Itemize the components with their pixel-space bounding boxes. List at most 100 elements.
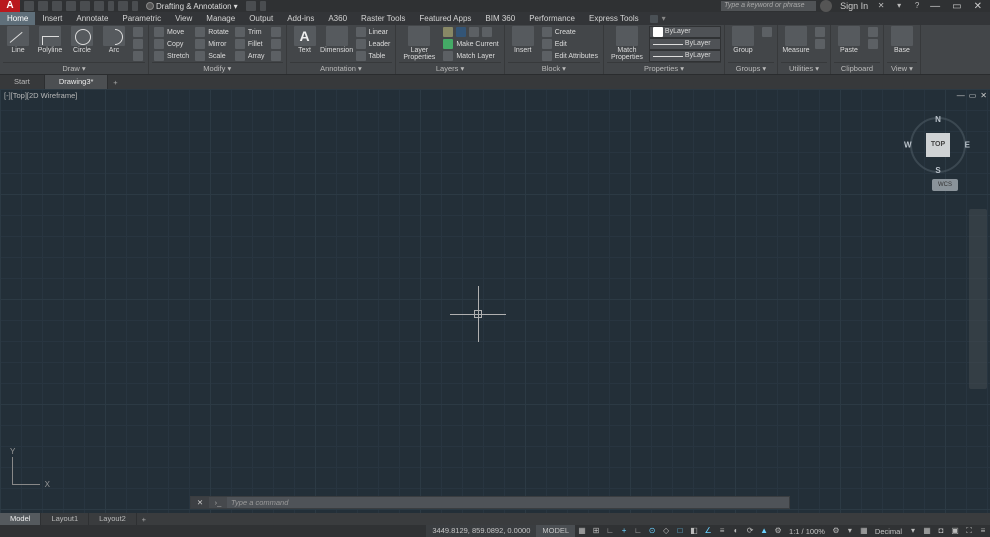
qat-more-icon[interactable] [260, 1, 266, 11]
snap-toggle-icon[interactable]: ⊞ [589, 525, 603, 537]
scale-button[interactable]: Scale [193, 50, 231, 62]
leader-button[interactable]: Leader [354, 38, 393, 50]
share-icon[interactable] [246, 1, 256, 11]
tab-addins[interactable]: Add-ins [280, 12, 321, 25]
cycle-icon[interactable]: ⟳ [743, 525, 757, 537]
tab-output[interactable]: Output [242, 12, 280, 25]
makecurrent-button[interactable]: Make Current [441, 38, 500, 50]
viewcube-w[interactable]: W [904, 141, 912, 150]
drawing-area[interactable]: [-][Top][2D Wireframe] — ▭ ✕ Y X TOP N S… [0, 89, 990, 513]
command-line[interactable]: ✕ ›_ Type a command [190, 496, 790, 509]
maximize-button[interactable]: ▭ [952, 1, 961, 12]
tab-bim360[interactable]: BIM 360 [478, 12, 522, 25]
qv-icon[interactable]: ▦ [920, 525, 934, 537]
fillet-button[interactable]: Fillet [233, 38, 267, 50]
tab-parametric[interactable]: Parametric [115, 12, 168, 25]
undo-arrow-icon[interactable] [108, 1, 114, 11]
open-icon[interactable] [38, 1, 48, 11]
erase-button[interactable] [269, 50, 283, 62]
ribbon-collapse-icon[interactable]: ▾ [662, 14, 666, 23]
panel-draw-title[interactable]: Draw ▾ [3, 62, 145, 74]
editattr-button[interactable]: Edit Attributes [540, 50, 600, 62]
base-button[interactable]: Base [887, 26, 917, 54]
app-logo[interactable]: A [0, 0, 20, 12]
viewcube-s[interactable]: S [935, 166, 940, 175]
ungroup-button[interactable] [760, 26, 774, 38]
tab-model[interactable]: Model [0, 513, 41, 525]
user-avatar-icon[interactable] [820, 0, 832, 12]
circle-button[interactable]: Circle [67, 26, 97, 54]
cmd-input[interactable]: Type a command [227, 498, 789, 507]
tab-express[interactable]: Express Tools [582, 12, 646, 25]
cmd-close-button[interactable]: ✕ [191, 497, 209, 508]
polyline-button[interactable]: Polyline [35, 26, 65, 54]
tab-insert[interactable]: Insert [35, 12, 69, 25]
ws-switch-icon[interactable]: ⚙ [829, 525, 843, 537]
iso-icon[interactable]: ▣ [948, 525, 962, 537]
copy-button[interactable]: Copy [152, 38, 191, 50]
grid-toggle-icon[interactable]: ▦ [575, 525, 589, 537]
panel-clipboard-title[interactable]: Clipboard [834, 62, 880, 74]
tab-add-layout[interactable]: + [137, 515, 151, 524]
rect-button[interactable] [131, 26, 145, 38]
cut-button[interactable] [866, 26, 880, 38]
anno-scale[interactable]: 1:1 / 100% [785, 527, 829, 536]
explode-button[interactable] [269, 26, 283, 38]
array-button[interactable]: Array [233, 50, 267, 62]
line-button[interactable]: Line [3, 26, 33, 54]
wcs-badge[interactable]: WCS [932, 179, 958, 191]
panel-layers-title[interactable]: Layers ▾ [399, 62, 500, 74]
panel-block-title[interactable]: Block ▾ [508, 62, 600, 74]
panel-view-title[interactable]: View ▾ [887, 62, 917, 74]
edit-button[interactable]: Edit [540, 38, 600, 50]
saveas-icon[interactable] [66, 1, 76, 11]
model-space-button[interactable]: MODEL [536, 525, 575, 537]
panel-properties-title[interactable]: Properties ▾ [607, 62, 721, 74]
create-button[interactable]: Create [540, 26, 600, 38]
polar-icon[interactable]: ⊙ [645, 525, 659, 537]
redo-icon[interactable] [118, 1, 128, 11]
move-button[interactable]: Move [152, 26, 191, 38]
clean-icon[interactable]: ⛶ [962, 525, 976, 537]
ellipse-button[interactable] [131, 38, 145, 50]
text-button[interactable]: AText [290, 26, 320, 54]
help-icon[interactable]: ? [912, 1, 922, 11]
undo-icon[interactable] [94, 1, 104, 11]
search-input[interactable]: Type a keyword or phrase [721, 1, 816, 11]
table-button[interactable]: Table [354, 50, 393, 62]
mirror-button[interactable]: Mirror [193, 38, 231, 50]
trim-button[interactable]: Trim [233, 26, 267, 38]
cmd-history-button[interactable]: ›_ [209, 497, 227, 508]
minimize-button[interactable]: — [930, 1, 940, 12]
panel-modify-title[interactable]: Modify ▾ [152, 62, 283, 74]
measure-button[interactable]: Measure [781, 26, 811, 54]
new-icon[interactable] [24, 1, 34, 11]
hatch-button[interactable] [131, 50, 145, 62]
paste-button[interactable]: Paste [834, 26, 864, 54]
select-button[interactable] [813, 38, 827, 50]
matchprops-button[interactable]: Match Properties [607, 26, 647, 61]
panel-utilities-title[interactable]: Utilities ▾ [781, 62, 827, 74]
viewcube-n[interactable]: N [935, 115, 941, 124]
units-dropdown-icon[interactable]: ▾ [843, 525, 857, 537]
panel-groups-title[interactable]: Groups ▾ [728, 62, 774, 74]
tab-focus-icon[interactable] [650, 15, 658, 23]
redo-arrow-icon[interactable] [132, 1, 138, 11]
close-button[interactable]: ✕ [974, 1, 982, 12]
linear-button[interactable]: Linear [354, 26, 393, 38]
copycb-button[interactable] [866, 38, 880, 50]
rotate-button[interactable]: Rotate [193, 26, 231, 38]
navigation-bar[interactable] [969, 209, 987, 389]
stretch-button[interactable]: Stretch [152, 50, 191, 62]
calc-button[interactable] [813, 26, 827, 38]
layerstate-row[interactable] [441, 26, 500, 38]
filetab-new-button[interactable]: + [108, 78, 122, 87]
color-dropdown[interactable]: ByLayer [649, 26, 721, 38]
hwa-icon[interactable]: ◘ [934, 525, 948, 537]
exchange-icon[interactable]: ✕ [876, 1, 886, 11]
units-label[interactable]: Decimal [871, 527, 906, 536]
osnap-icon[interactable]: □ [673, 525, 687, 537]
sign-in-button[interactable]: Sign In [840, 1, 868, 11]
workspace-switcher[interactable]: Drafting & Annotation ▾ [142, 2, 242, 11]
viewcube-e[interactable]: E [965, 141, 970, 150]
